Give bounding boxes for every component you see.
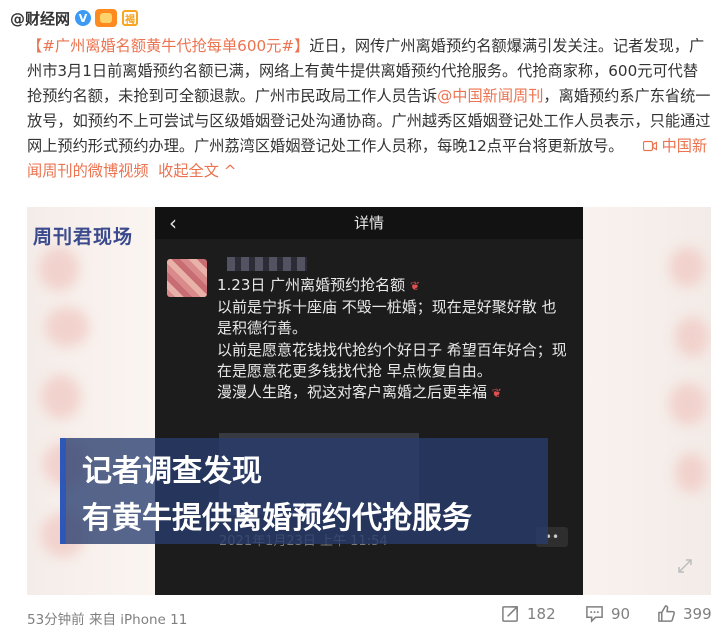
- like-count: 399: [683, 604, 712, 623]
- moment-line: 1.23日 广州离婚预约抢名额: [217, 276, 406, 294]
- collapse-label: 收起全文: [158, 162, 219, 181]
- blurred-background-right: [583, 207, 711, 595]
- rose-icon: ❦: [491, 386, 502, 401]
- repost-button[interactable]: 182: [501, 604, 556, 623]
- caption-accent-bar: [60, 438, 66, 544]
- hashtag-link[interactable]: 【#广州离婚名额黄牛代抢每单600元#】: [27, 37, 309, 55]
- phone-title: 详情: [353, 214, 384, 232]
- blurred-username: [227, 257, 307, 271]
- member-badge-icon[interactable]: [95, 9, 118, 27]
- video-icon: [642, 141, 657, 152]
- post-header: @财经网 V 褐: [10, 6, 139, 30]
- caption-line-2: 有黄牛提供离婚预约代抢服务: [82, 501, 472, 536]
- post-footer: 53分钟前 来自 iPhone 11 182 90 399: [0, 600, 724, 635]
- repost-count: 182: [527, 604, 556, 623]
- watermark-icon: [678, 559, 692, 573]
- moment-line: 以前是愿意花钱找代抢约个好日子 希望百年好合；现在是愿意花更多钱找代抢 早点恢复…: [217, 340, 567, 380]
- moment-text: 1.23日 广州离婚预约抢名额 ❦ 以前是宁拆十座庙 不毁一桩婚；现在是好聚好散…: [217, 275, 569, 404]
- moment-line: 漫漫人生路，祝这对客户离婚之后更幸福: [217, 383, 488, 402]
- comment-icon: [586, 606, 603, 623]
- comment-button[interactable]: 90: [585, 604, 630, 623]
- author-name[interactable]: @财经网: [10, 8, 70, 29]
- verified-icon: V: [75, 10, 92, 26]
- repost-icon: [502, 606, 518, 622]
- like-button[interactable]: 399: [657, 604, 712, 623]
- moment-line: 以前是宁拆十座庙 不毁一桩婚；现在是好聚好散 也是积德行善。: [217, 298, 557, 338]
- caption-line-1: 记者调查发现: [82, 454, 262, 489]
- fan-badge-icon[interactable]: 褐: [122, 10, 139, 26]
- rose-icon: ❦: [409, 279, 421, 293]
- avatar: [167, 259, 207, 297]
- post-text: 【#广州离婚名额黄牛代抢每单600元#】近日，网传广州离婚预约名额爆满引发关注。…: [27, 34, 712, 185]
- chevron-up-icon: ^: [223, 162, 237, 181]
- video-caption: 记者调查发现 有黄牛提供离婚预约代抢服务: [60, 438, 548, 544]
- mention-link[interactable]: @中国新闻周刊: [437, 87, 543, 105]
- post-meta: 53分钟前 来自 iPhone 11: [27, 612, 188, 628]
- thumbs-up-icon: [658, 605, 675, 622]
- video-player[interactable]: 周刊君现场 ‹ 详情 1.23日 广州离婚预约抢名额 ❦ 以前是宁拆十座庙 不毁…: [27, 207, 711, 595]
- comment-count: 90: [611, 604, 631, 623]
- channel-logo: 周刊君现场: [33, 226, 134, 248]
- collapse-button[interactable]: 收起全文 ^: [153, 162, 236, 180]
